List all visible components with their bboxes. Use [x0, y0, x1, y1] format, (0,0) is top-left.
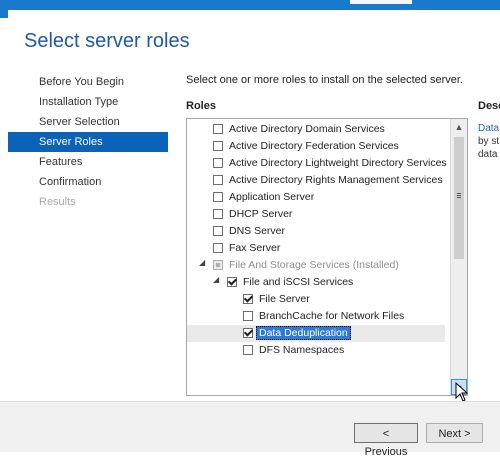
- role-checkbox[interactable]: [243, 311, 253, 321]
- roles-scrollbar[interactable]: ▲ ▼: [450, 119, 467, 395]
- mouse-cursor-icon: [455, 382, 469, 402]
- role-row[interactable]: DFS Namespaces: [187, 342, 445, 359]
- nav-item-server-roles[interactable]: Server Roles: [8, 132, 168, 152]
- description-heading: Desc: [478, 100, 500, 112]
- grip-line: [457, 197, 461, 198]
- page-title: Select server roles: [24, 30, 190, 52]
- role-label: File And Storage Services (Installed): [229, 259, 399, 271]
- role-label: DFS Namespaces: [259, 344, 345, 356]
- role-label: Active Directory Lightweight Directory S…: [229, 157, 447, 169]
- role-checkbox[interactable]: [243, 345, 253, 355]
- previous-button[interactable]: < Previous: [354, 423, 418, 458]
- role-label: Active Directory Federation Services: [229, 140, 399, 152]
- roles-heading: Roles: [186, 100, 216, 112]
- role-row[interactable]: Active Directory Domain Services: [187, 121, 445, 138]
- role-label: DNS Server: [229, 225, 286, 237]
- description-link[interactable]: Data: [478, 122, 500, 135]
- nav-item-features[interactable]: Features: [8, 152, 168, 172]
- role-row[interactable]: Application Server: [187, 189, 445, 206]
- nav-item-server-selection[interactable]: Server Selection: [8, 112, 168, 132]
- nav-item-results: Results: [39, 196, 76, 208]
- role-checkbox[interactable]: [213, 209, 223, 219]
- nav-item-before-you-begin[interactable]: Before You Begin: [8, 72, 168, 92]
- collapse-arrow-icon[interactable]: ◢: [199, 258, 205, 267]
- role-row-selected[interactable]: Data Deduplication: [187, 325, 445, 342]
- scroll-thumb[interactable]: [454, 137, 464, 259]
- description-text: Data by st data: [478, 122, 500, 161]
- scroll-up-icon[interactable]: ▲: [451, 119, 467, 135]
- role-label: File and iSCSI Services: [243, 276, 354, 288]
- nav-item-installation-type[interactable]: Installation Type: [8, 92, 168, 112]
- role-row[interactable]: Active Directory Rights Management Servi…: [187, 172, 445, 189]
- role-checkbox[interactable]: [243, 294, 253, 304]
- role-row[interactable]: Active Directory Federation Services: [187, 138, 445, 155]
- role-row[interactable]: BranchCache for Network Files: [187, 308, 445, 325]
- role-checkbox[interactable]: [227, 277, 237, 287]
- role-label: Data Deduplication: [256, 326, 351, 340]
- roles-tree[interactable]: Active Directory Domain Services Active …: [186, 118, 468, 396]
- wizard-footer: < Previous Next >: [0, 401, 500, 458]
- grip-line: [457, 195, 461, 196]
- role-checkbox[interactable]: [213, 226, 223, 236]
- role-label: BranchCache for Network Files: [259, 310, 405, 322]
- role-row[interactable]: DHCP Server: [187, 206, 445, 223]
- grip-line: [457, 193, 461, 194]
- role-row[interactable]: DNS Server: [187, 223, 445, 240]
- role-checkbox[interactable]: [213, 260, 223, 270]
- title-bar-strip: [350, 0, 412, 4]
- role-checkbox[interactable]: [243, 328, 253, 338]
- role-checkbox[interactable]: [213, 192, 223, 202]
- role-row[interactable]: Active Directory Lightweight Directory S…: [187, 155, 447, 172]
- role-label: DHCP Server: [229, 208, 293, 220]
- role-row[interactable]: ◢ File And Storage Services (Installed): [187, 257, 445, 274]
- instruction-text: Select one or more roles to install on t…: [186, 74, 463, 86]
- role-label: Application Server: [229, 191, 315, 203]
- wizard-page: Select server roles Before You Begin Ins…: [8, 10, 500, 451]
- role-checkbox[interactable]: [213, 243, 223, 253]
- collapse-arrow-icon[interactable]: ◢: [213, 275, 219, 284]
- role-label: Fax Server: [229, 242, 281, 254]
- role-checkbox[interactable]: [213, 141, 223, 151]
- role-label: Active Directory Domain Services: [229, 123, 385, 135]
- description-line: data: [478, 149, 498, 160]
- role-row[interactable]: Fax Server: [187, 240, 445, 257]
- nav-item-confirmation[interactable]: Confirmation: [8, 172, 168, 192]
- role-checkbox[interactable]: [213, 158, 223, 168]
- description-line: by st: [478, 136, 500, 147]
- wizard-nav: Before You Begin Installation Type Serve…: [8, 72, 168, 212]
- role-label: File Server: [259, 293, 310, 305]
- role-row[interactable]: File Server: [187, 291, 445, 308]
- next-button[interactable]: Next >: [426, 423, 483, 443]
- role-row[interactable]: ◢ File and iSCSI Services: [187, 274, 445, 291]
- role-checkbox[interactable]: [213, 175, 223, 185]
- role-checkbox[interactable]: [213, 124, 223, 134]
- role-label: Active Directory Rights Management Servi…: [229, 174, 443, 186]
